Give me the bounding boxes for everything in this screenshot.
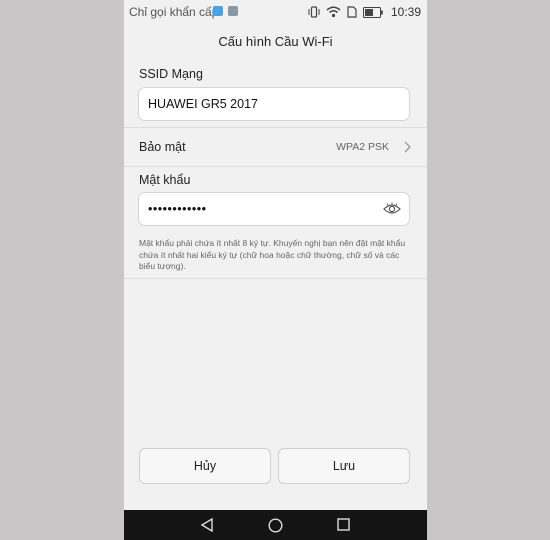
divider — [124, 278, 427, 279]
ssid-value: HUAWEI GR5 2017 — [148, 97, 258, 111]
chevron-right-icon — [404, 141, 411, 153]
status-bar: Chỉ gọi khẩn cấp 10:39 — [124, 0, 427, 24]
carrier-text: Chỉ gọi khẩn cấp — [129, 5, 219, 19]
home-icon[interactable] — [268, 518, 283, 533]
save-button[interactable]: Lưu — [278, 448, 410, 484]
ssid-label: SSID Mạng — [139, 67, 203, 81]
app-notification-icon — [213, 6, 223, 16]
security-row[interactable]: Bảo mật WPA2 PSK — [124, 128, 427, 166]
wifi-icon — [326, 6, 341, 18]
back-icon[interactable] — [200, 518, 214, 532]
sim-icon — [347, 6, 357, 18]
password-value: •••••••••••• — [148, 202, 207, 216]
gallery-notification-icon — [228, 6, 238, 16]
divider — [124, 166, 427, 167]
show-password-icon[interactable] — [383, 202, 401, 216]
vibrate-icon — [308, 6, 320, 18]
security-value: WPA2 PSK — [336, 141, 389, 153]
battery-icon — [362, 6, 383, 18]
status-icons: 10:39 — [308, 4, 421, 20]
phone-screen: Chỉ gọi khẩn cấp 10:39 Cấu hình Cầu Wi-F… — [124, 0, 427, 540]
recents-icon[interactable] — [337, 518, 350, 531]
status-time: 10:39 — [390, 5, 421, 19]
security-label: Bảo mật — [139, 140, 186, 154]
navigation-bar — [124, 510, 427, 540]
ssid-input[interactable]: HUAWEI GR5 2017 — [138, 87, 410, 121]
page-title: Cấu hình Cầu Wi-Fi — [218, 34, 333, 49]
password-input[interactable]: •••••••••••• — [138, 192, 410, 226]
hotspot-config-form: SSID Mạng HUAWEI GR5 2017 Bảo mật WPA2 P… — [124, 60, 427, 510]
password-hint: Mật khẩu phải chứa ít nhất 8 ký tự. Khuy… — [139, 238, 406, 271]
cancel-button[interactable]: Hủy — [139, 448, 271, 484]
password-label: Mật khẩu — [139, 173, 191, 187]
